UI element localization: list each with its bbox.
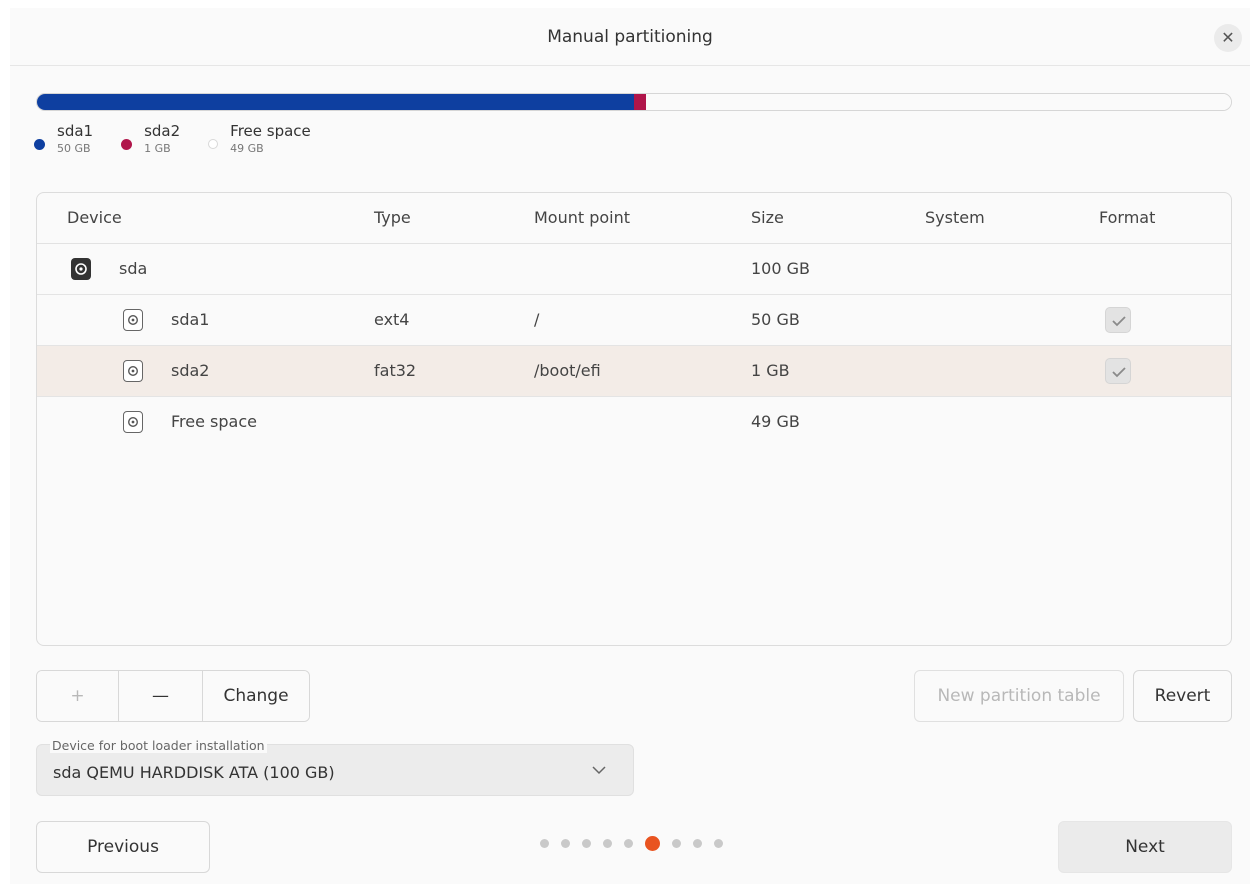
bootloader-device-value: sda QEMU HARDDISK ATA (100 GB) [53,763,335,782]
cell-size: 1 GB [751,361,790,380]
step-dot-active [645,836,660,851]
legend-size: 1 GB [144,142,171,155]
step-dot [693,839,702,848]
title-bar: Manual partitioning ✕ [10,8,1250,66]
partition-icon [123,309,143,331]
header-format[interactable]: Format [1099,208,1155,227]
disk-usage-bar [36,93,1232,111]
step-dot [582,839,591,848]
table-header: Device Type Mount point Size System Form… [37,193,1231,244]
legend-dot-icon [208,139,219,149]
partition-icon [123,411,143,433]
step-dot [540,839,549,848]
remove-partition-button[interactable]: — [119,671,203,721]
cell-size: 100 GB [751,259,810,278]
next-button[interactable]: Next [1058,821,1232,873]
cell-type: fat32 [374,361,417,380]
partition-icon [123,360,143,382]
usage-segment-sda1 [37,94,634,110]
format-checkbox[interactable] [1105,307,1131,333]
cell-size: 50 GB [751,310,800,329]
table-row-sda[interactable]: sda 100 GB [37,244,1231,295]
cell-device: sda [119,259,148,278]
cell-device: Free space [171,412,257,431]
cell-size: 49 GB [751,412,800,431]
header-type[interactable]: Type [374,208,411,227]
table-row-free-space[interactable]: Free space 49 GB [37,397,1231,448]
change-partition-button[interactable]: Change [203,671,309,721]
legend-size: 49 GB [230,142,264,155]
cell-type: ext4 [374,310,410,329]
usage-legend: sda1 50 GB sda2 1 GB Free space 49 GB [34,121,339,165]
harddisk-icon [71,258,91,280]
usage-segment-sda2 [634,94,646,110]
partition-table: Device Type Mount point Size System Form… [36,192,1232,646]
legend-item-sda1: sda1 50 GB [34,121,93,165]
header-device[interactable]: Device [67,208,122,227]
cell-mount-point: / [534,310,540,329]
legend-name: Free space [230,122,311,140]
cell-device: sda1 [171,310,210,329]
window-title: Manual partitioning [547,27,713,47]
step-dot [603,839,612,848]
table-row-sda1[interactable]: sda1 ext4 / 50 GB [37,295,1231,346]
step-dot [561,839,570,848]
usage-segment-free-space [645,94,1231,110]
legend-dot-icon [34,139,45,150]
installer-window: Manual partitioning ✕ sda1 50 GB sda2 1 … [10,8,1250,884]
close-icon: ✕ [1221,28,1235,47]
header-size[interactable]: Size [751,208,784,227]
cell-device: sda2 [171,361,210,380]
bootloader-label: Device for boot loader installation [50,738,267,753]
table-row-sda2[interactable]: sda2 fat32 /boot/efi 1 GB [37,346,1231,397]
previous-button[interactable]: Previous [36,821,210,873]
legend-dot-icon [121,139,133,150]
step-indicator [540,836,735,851]
legend-name: sda2 [144,122,181,140]
step-dot [624,839,633,848]
legend-item-free-space: Free space 49 GB [208,121,311,165]
cell-mount-point: /boot/efi [534,361,601,380]
add-partition-button[interactable]: + [37,671,119,721]
partition-toolbar: + — Change [36,670,310,722]
header-system[interactable]: System [925,208,985,227]
legend-item-sda2: sda2 1 GB [121,121,180,165]
chevron-down-icon [592,766,606,775]
header-mount-point[interactable]: Mount point [534,208,630,227]
close-button[interactable]: ✕ [1214,24,1242,52]
new-partition-table-button[interactable]: New partition table [914,670,1124,722]
format-checkbox[interactable] [1105,358,1131,384]
legend-name: sda1 [57,122,94,140]
step-dot [714,839,723,848]
step-dot [672,839,681,848]
legend-size: 50 GB [57,142,91,155]
revert-button[interactable]: Revert [1133,670,1232,722]
